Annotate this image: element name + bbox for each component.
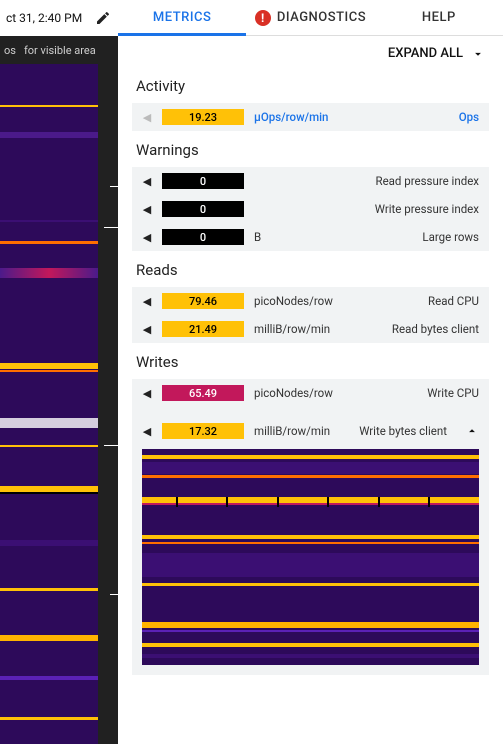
metric-bar: 19.23 [162, 109, 244, 125]
expand-tri-icon[interactable]: ◀ [142, 387, 152, 400]
edit-icon[interactable] [94, 9, 112, 27]
metric-label: Read CPU [428, 294, 479, 308]
left-top-bar: ct 31, 2:40 PM [0, 0, 118, 36]
expand-tri-icon[interactable]: ◀ [142, 111, 152, 124]
expand-tri-icon[interactable]: ◀ [142, 323, 152, 336]
tab-metrics[interactable]: METRICS [118, 0, 246, 35]
left-gutter [98, 64, 118, 744]
metric-unit: picoNodes/row [254, 386, 333, 400]
metric-bar: 79.46 [162, 293, 244, 309]
warnings-group: ◀ 0 Read pressure index ◀ 0 Write pressu… [132, 167, 489, 251]
metric-bar: 0 [162, 229, 244, 245]
tab-help[interactable]: HELP [375, 0, 503, 35]
left-sub-first: os [4, 44, 16, 57]
alert-icon: ! [255, 10, 271, 26]
section-title-warnings: Warnings [132, 131, 489, 167]
tab-bar: METRICS ! DIAGNOSTICS HELP [118, 0, 503, 36]
metric-label: Large rows [422, 230, 479, 244]
metric-row: ◀ 0 Write pressure index [132, 195, 489, 223]
left-panel: ct 31, 2:40 PM os for visible area [0, 0, 118, 744]
metric-label[interactable]: Ops [459, 110, 479, 124]
tab-metrics-label: METRICS [153, 10, 211, 25]
metric-unit: milliB/row/min [254, 322, 330, 336]
tab-diagnostics-label: DIAGNOSTICS [277, 10, 366, 25]
metric-row-expanded: ◀ 17.32 milliB/row/min Write bytes clien… [132, 417, 489, 445]
metric-label: Write bytes client [359, 424, 447, 438]
reads-group: ◀ 79.46 picoNodes/row Read CPU ◀ 21.49 m… [132, 287, 489, 343]
expand-all-label: EXPAND ALL [388, 46, 463, 61]
expand-tri-icon[interactable]: ◀ [142, 175, 152, 188]
expand-tri-icon[interactable]: ◀ [142, 425, 152, 438]
section-title-activity: Activity [132, 67, 489, 103]
left-heatmap[interactable] [0, 64, 98, 744]
right-panel: METRICS ! DIAGNOSTICS HELP EXPAND ALL Ac… [118, 0, 503, 744]
metric-bar: 17.32 [162, 423, 244, 439]
left-sub-bar: os for visible area [0, 36, 118, 64]
metric-row: ◀ 65.49 picoNodes/row Write CPU [132, 379, 489, 407]
timestamp-label: ct 31, 2:40 PM [6, 11, 82, 25]
activity-group: ◀ 19.23 µOps/row/min Ops [132, 103, 489, 131]
tab-diagnostics[interactable]: ! DIAGNOSTICS [246, 0, 374, 35]
metric-label: Write pressure index [375, 202, 479, 216]
left-sub-second: for visible area [24, 44, 96, 57]
metric-label: Read pressure index [375, 174, 479, 188]
metric-unit[interactable]: µOps/row/min [254, 110, 328, 124]
write-bytes-heatmap[interactable] [142, 449, 479, 665]
metric-label: Write CPU [427, 386, 479, 400]
metric-row: ◀ 79.46 picoNodes/row Read CPU [132, 287, 489, 315]
metric-row: ◀ 0 B Large rows [132, 223, 489, 251]
metric-bar: 21.49 [162, 321, 244, 337]
metric-bar: 65.49 [162, 385, 244, 401]
chevron-down-icon [471, 47, 485, 61]
expand-tri-icon[interactable]: ◀ [142, 295, 152, 308]
expand-tri-icon[interactable]: ◀ [142, 231, 152, 244]
metric-row: ◀ 19.23 µOps/row/min Ops [132, 103, 489, 131]
metric-unit: milliB/row/min [254, 424, 330, 438]
writes-group: ◀ 65.49 picoNodes/row Write CPU ◀ 17.32 … [132, 379, 489, 675]
expand-tri-icon[interactable]: ◀ [142, 203, 152, 216]
metric-unit: picoNodes/row [254, 294, 333, 308]
metric-bar: 0 [162, 173, 244, 189]
chevron-up-icon[interactable] [465, 424, 479, 438]
section-title-reads: Reads [132, 251, 489, 287]
metric-unit: B [254, 230, 261, 244]
expand-all-button[interactable]: EXPAND ALL [118, 36, 503, 67]
section-title-writes: Writes [132, 343, 489, 379]
metric-row: ◀ 0 Read pressure index [132, 167, 489, 195]
tab-help-label: HELP [422, 10, 456, 25]
metric-label: Read bytes client [392, 322, 479, 336]
metric-bar: 0 [162, 201, 244, 217]
metric-row: ◀ 21.49 milliB/row/min Read bytes client [132, 315, 489, 343]
metrics-content: Activity ◀ 19.23 µOps/row/min Ops Warnin… [118, 67, 503, 675]
